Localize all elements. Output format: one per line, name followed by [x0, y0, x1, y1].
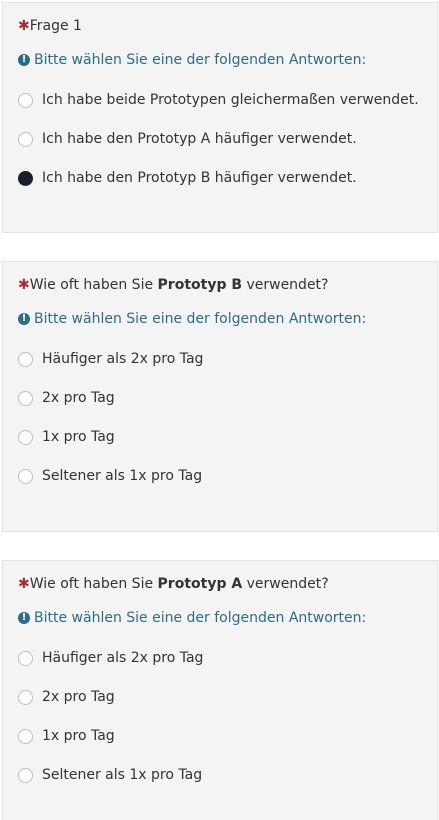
question-title: ✱Wie oft haben Sie Prototyp B verwendet?: [18, 277, 329, 293]
answer-label: Seltener als 1x pro Tag: [42, 767, 203, 783]
question-card-1: ✱Frage 1 ! Bitte wählen Sie eine der fol…: [2, 2, 438, 233]
radio-button[interactable]: [18, 767, 33, 783]
info-circle-icon: !: [18, 612, 30, 624]
answer-label: Häufiger als 2x pro Tag: [42, 650, 204, 666]
radio-button[interactable]: [18, 131, 33, 147]
required-asterisk-icon: ✱: [18, 277, 30, 293]
answer-label: Häufiger als 2x pro Tag: [42, 351, 204, 367]
radio-button[interactable]: [18, 429, 33, 445]
answer-option[interactable]: 2x pro Tag: [18, 687, 115, 707]
answer-label: 2x pro Tag: [42, 390, 115, 406]
question-title: ✱Wie oft haben Sie Prototyp A verwendet?: [18, 576, 329, 592]
answer-option[interactable]: Ich habe den Prototyp A häufiger verwend…: [18, 129, 357, 149]
radio-button[interactable]: [18, 351, 33, 367]
answer-label: 1x pro Tag: [42, 429, 115, 445]
info-circle-icon: !: [18, 313, 30, 325]
answer-label: Ich habe den Prototyp A häufiger verwend…: [42, 131, 357, 147]
answer-label: 1x pro Tag: [42, 728, 115, 744]
question-title: ✱Frage 1: [18, 18, 82, 34]
radio-button[interactable]: [18, 92, 33, 108]
radio-button[interactable]: [18, 390, 33, 406]
answer-option[interactable]: 1x pro Tag: [18, 726, 115, 746]
answer-label: Ich habe den Prototyp B häufiger verwend…: [42, 170, 357, 186]
answer-option[interactable]: 1x pro Tag: [18, 427, 115, 447]
radio-button[interactable]: [18, 468, 33, 484]
answer-label: 2x pro Tag: [42, 689, 115, 705]
answer-option[interactable]: 2x pro Tag: [18, 388, 115, 408]
required-asterisk-icon: ✱: [18, 18, 30, 34]
question-help-text: ! Bitte wählen Sie eine der folgenden An…: [18, 51, 366, 69]
question-help-text: ! Bitte wählen Sie eine der folgenden An…: [18, 310, 366, 328]
answer-option[interactable]: Häufiger als 2x pro Tag: [18, 648, 203, 668]
radio-button-selected[interactable]: [18, 170, 33, 186]
question-card-3: ✱Wie oft haben Sie Prototyp A verwendet?…: [2, 560, 438, 820]
radio-button[interactable]: [18, 689, 33, 705]
radio-button[interactable]: [18, 650, 33, 666]
answer-option[interactable]: Seltener als 1x pro Tag: [18, 466, 202, 486]
question-help-text: ! Bitte wählen Sie eine der folgenden An…: [18, 609, 366, 627]
answer-option[interactable]: Häufiger als 2x pro Tag: [18, 349, 203, 369]
answer-option-selected[interactable]: Ich habe den Prototyp B häufiger verwend…: [18, 168, 357, 188]
answer-label: Seltener als 1x pro Tag: [42, 468, 203, 484]
question-card-2: ✱Wie oft haben Sie Prototyp B verwendet?…: [2, 261, 438, 532]
radio-button[interactable]: [18, 728, 33, 744]
answer-option[interactable]: Seltener als 1x pro Tag: [18, 765, 202, 785]
required-asterisk-icon: ✱: [18, 576, 30, 592]
info-circle-icon: !: [18, 54, 30, 66]
answer-option[interactable]: Ich habe beide Prototypen gleichermaßen …: [18, 90, 419, 110]
answer-label: Ich habe beide Prototypen gleichermaßen …: [42, 92, 419, 108]
